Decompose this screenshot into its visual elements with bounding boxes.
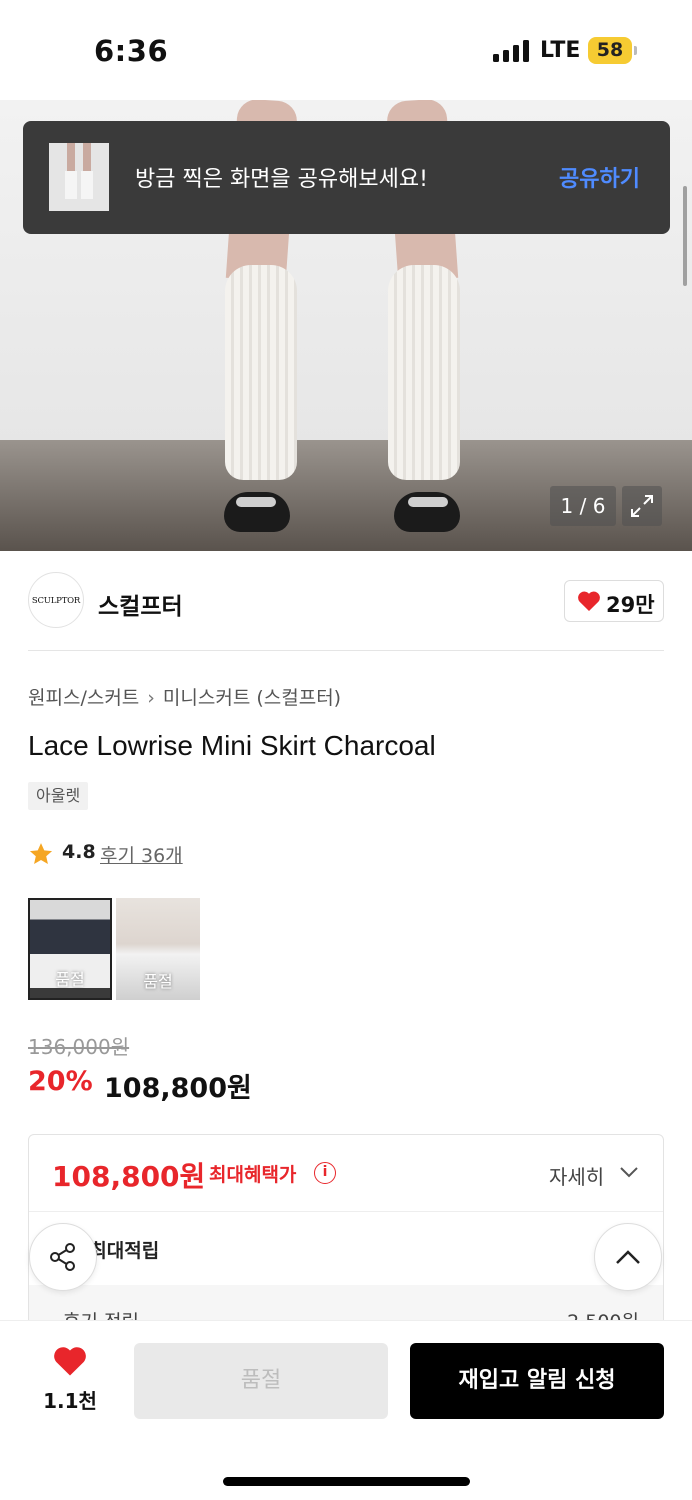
details-toggle[interactable]: 자세히 (549, 1161, 604, 1190)
toast-message: 방금 찍은 화면을 공유해보세요! (135, 167, 428, 192)
photo-buckle-right (408, 497, 448, 507)
max-benefit-label: 최대혜택가 (209, 1164, 297, 1186)
rating-score: 4.8 (62, 841, 96, 863)
scroll-to-top-button[interactable] (594, 1223, 662, 1291)
heart-icon (577, 590, 601, 616)
photo-leg-warmer-left (225, 265, 297, 480)
breadcrumb-subcategory[interactable]: 미니스커트 (스컬프터) (163, 687, 341, 709)
soldout-label: 품절 (143, 972, 173, 991)
cellular-signal-icon (493, 40, 529, 62)
share-icon (50, 1243, 75, 1271)
battery-icon: 58 (588, 37, 632, 64)
chevron-down-icon[interactable] (619, 1164, 639, 1183)
breadcrumb: 원피스/스커트 › 미니스커트 (스컬프터) (28, 683, 341, 710)
brand-like-count: 29만 (606, 593, 655, 617)
share-button[interactable] (29, 1223, 97, 1291)
heart-icon (54, 1347, 86, 1376)
share-toast: 방금 찍은 화면을 공유해보세요! 공유하기 (23, 121, 670, 234)
share-now-button[interactable]: 공유하기 (559, 161, 640, 193)
soldout-button: 품절 (134, 1343, 388, 1419)
home-indicator[interactable] (223, 1477, 470, 1486)
review-count-link[interactable]: 후기 36개 (100, 841, 183, 868)
network-type: LTE (540, 38, 581, 63)
chevron-up-icon (616, 1250, 640, 1264)
status-bar: 6:36 LTE 58 (0, 0, 692, 100)
info-icon[interactable]: i (314, 1162, 336, 1184)
expand-icon[interactable] (622, 486, 662, 526)
wishlist-button[interactable]: 1.1천 (40, 1345, 100, 1414)
divider (29, 1211, 663, 1212)
chevron-right-icon: › (147, 687, 155, 709)
restock-alert-button[interactable]: 재입고 알림 신청 (410, 1343, 664, 1419)
color-option-charcoal[interactable]: 품절 (28, 898, 112, 1000)
original-price: 136,000원 (28, 1035, 130, 1059)
brand-name[interactable]: 스컬프터 (98, 587, 183, 621)
color-option-ivory[interactable]: 품절 (116, 898, 200, 1000)
breadcrumb-category[interactable]: 원피스/스커트 (28, 687, 139, 709)
max-benefit-price: 108,800원 (52, 1160, 206, 1193)
brand-logo[interactable]: SCULPTOR (28, 572, 84, 628)
battery-tip (634, 46, 637, 55)
outlet-badge: 아울렛 (28, 782, 89, 810)
product-title: Lace Lowrise Mini Skirt Charcoal (28, 730, 436, 761)
wishlist-count: 1.1천 (43, 1389, 97, 1413)
purchase-bar: 1.1천 품절 재입고 알림 신청 (0, 1320, 692, 1500)
scrollbar[interactable] (683, 186, 687, 286)
soldout-label: 품절 (55, 970, 85, 989)
screenshot-thumbnail[interactable] (49, 143, 109, 211)
brand-like-button[interactable]: 29만 (564, 580, 664, 622)
sale-price: 108,800원 (104, 1073, 252, 1104)
photo-leg-warmer-right (388, 265, 460, 480)
image-counter: 1 / 6 (550, 486, 616, 526)
discount-rate: 20% (28, 1066, 93, 1097)
status-time: 6:36 (94, 34, 169, 68)
divider (28, 650, 664, 651)
photo-buckle-left (236, 497, 276, 507)
star-icon (28, 841, 54, 871)
